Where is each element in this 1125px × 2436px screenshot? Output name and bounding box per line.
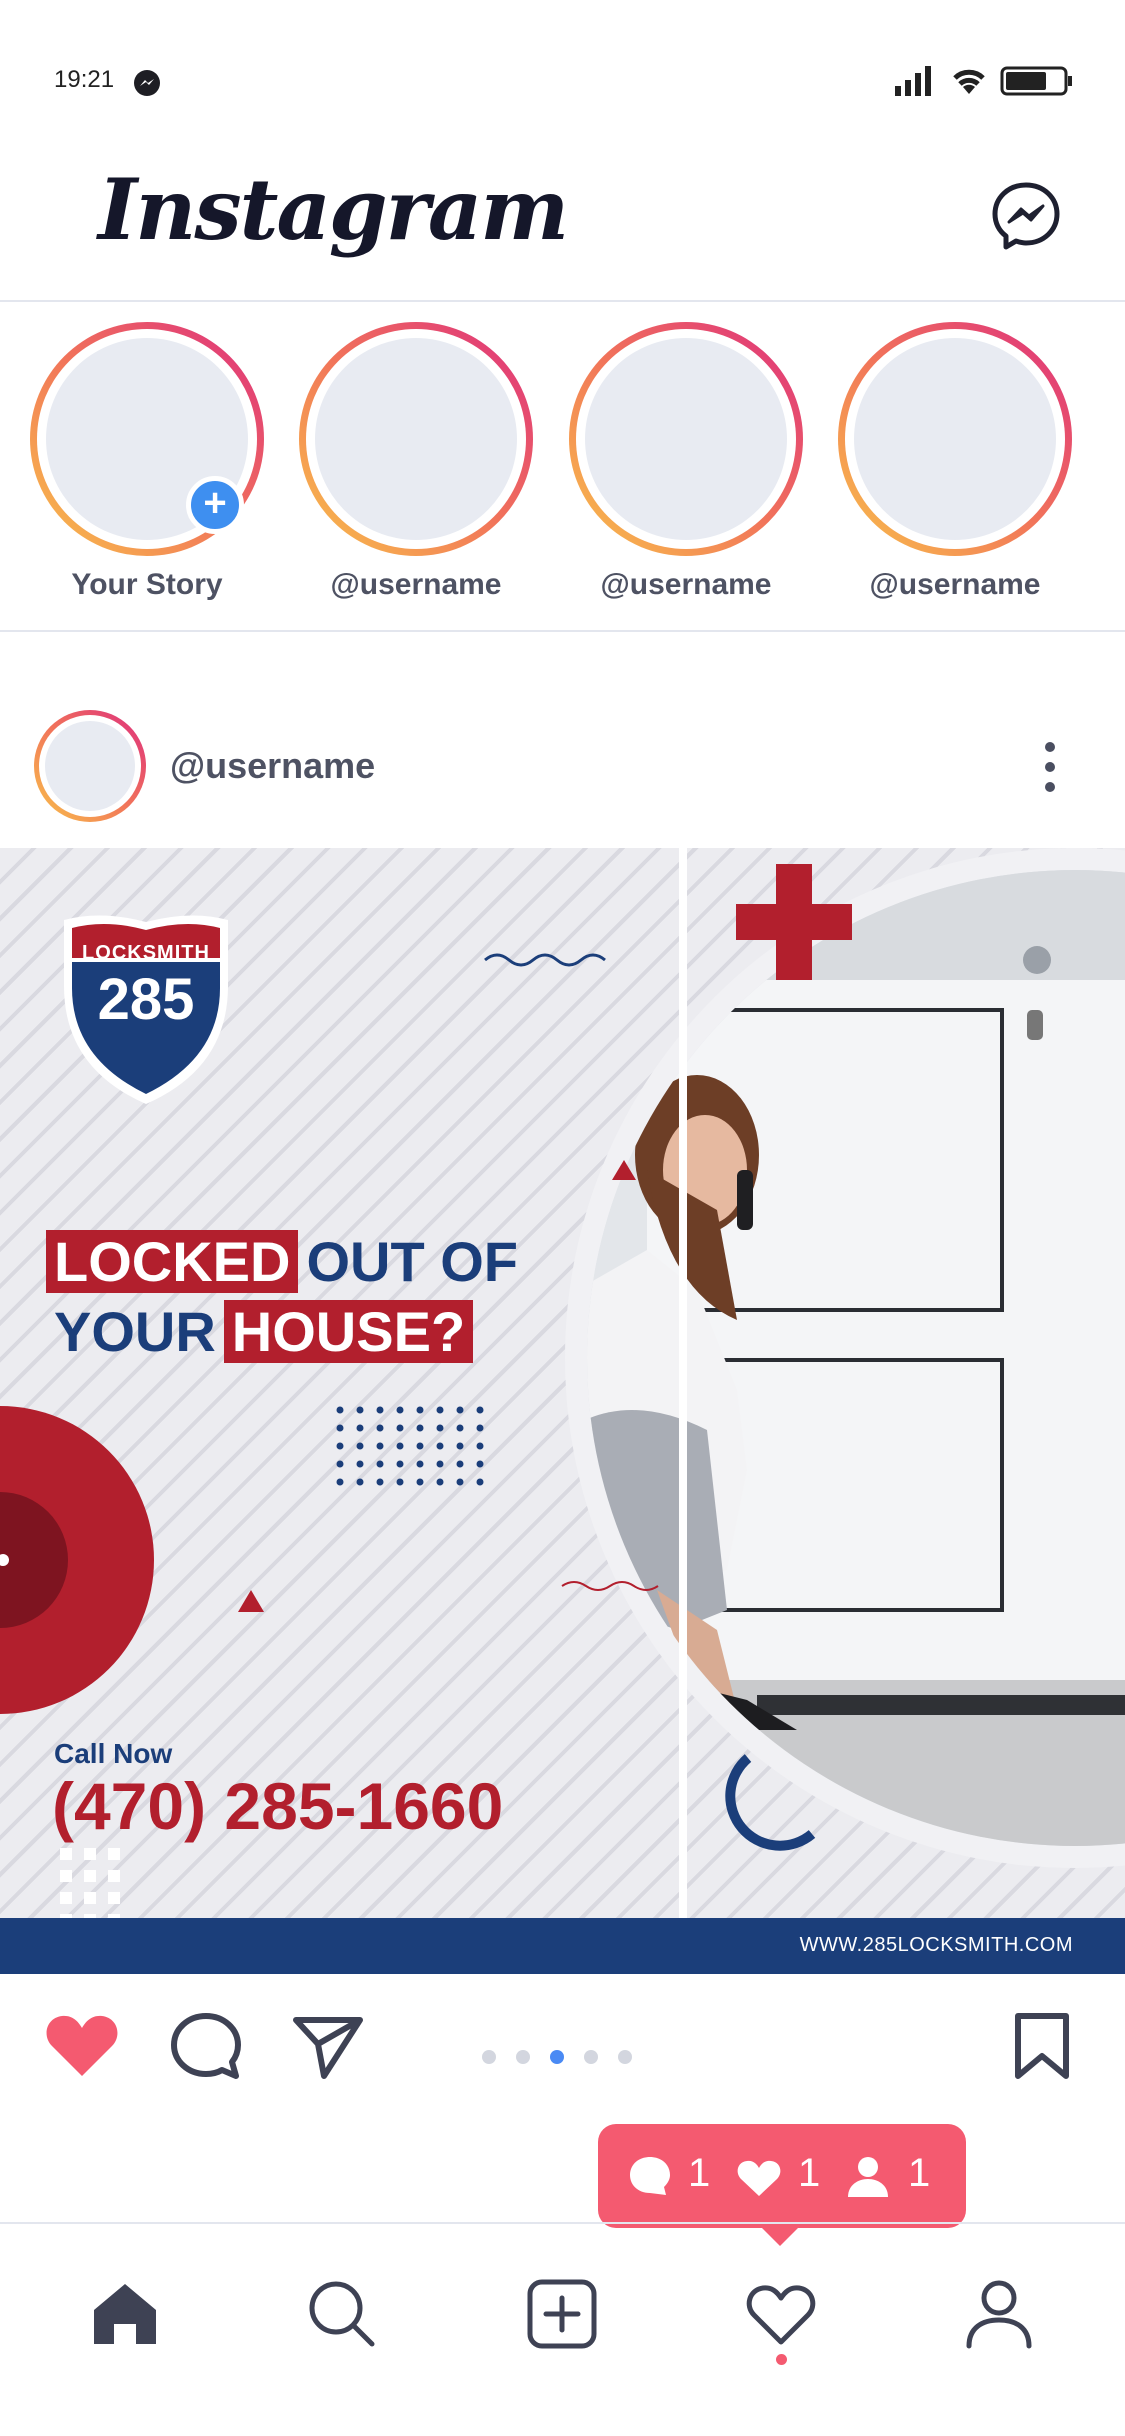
carousel-dot	[618, 2050, 632, 2064]
story-avatar	[854, 338, 1056, 540]
signal-icon	[895, 66, 931, 96]
battery-icon	[1000, 66, 1072, 96]
header-divider	[0, 300, 1125, 302]
story-label: Your Story	[71, 568, 223, 601]
messenger-notification-icon	[134, 70, 160, 96]
comment-icon[interactable]	[168, 2010, 244, 2082]
follower-count-icon	[848, 2157, 888, 2197]
comment-count: 1	[688, 2151, 711, 2195]
avatar	[45, 721, 135, 811]
search-icon[interactable]	[306, 2278, 376, 2348]
post-username[interactable]: @username	[170, 745, 375, 787]
bottom-nav-divider	[0, 2222, 1125, 2224]
story-avatar	[315, 338, 517, 540]
story-item[interactable]: @username	[838, 322, 1072, 612]
story-avatar	[585, 338, 787, 540]
profile-icon[interactable]	[964, 2278, 1034, 2350]
activity-heart-icon[interactable]	[746, 2282, 816, 2346]
post-author-avatar[interactable]	[34, 710, 146, 822]
carousel-dot	[482, 2050, 496, 2064]
like-heart-icon[interactable]	[44, 2010, 120, 2080]
logo-285-text: 285	[97, 967, 195, 1032]
carousel-dot-active	[550, 2050, 564, 2064]
more-options-icon[interactable]	[1030, 740, 1070, 794]
instagram-logo: Instagram	[98, 160, 569, 259]
wifi-icon	[953, 69, 985, 94]
like-count-icon	[737, 2160, 781, 2196]
story-label: @username	[869, 568, 1041, 601]
headline-out-of: OUT OF	[306, 1230, 518, 1293]
carousel-dot	[516, 2050, 530, 2064]
headline-your: YOUR	[54, 1300, 216, 1363]
story-your-story[interactable]: + Your Story	[30, 322, 264, 612]
headline-house: HOUSE?	[223, 1300, 474, 1363]
story-label: @username	[330, 568, 502, 601]
ad-website: WWW.285LOCKSMITH.COM	[799, 1934, 1073, 1956]
stories-divider	[0, 630, 1125, 632]
comment-count-icon	[630, 2157, 670, 2195]
carousel-dot	[584, 2050, 598, 2064]
call-now-label: Call Now	[54, 1738, 173, 1769]
notification-tail	[758, 2224, 802, 2246]
headline-locked: LOCKED	[46, 1230, 299, 1293]
messenger-icon[interactable]	[990, 180, 1062, 252]
status-time: 19:21	[54, 66, 115, 93]
add-story-icon[interactable]: +	[186, 476, 244, 534]
home-icon[interactable]	[90, 2280, 160, 2346]
like-count: 1	[798, 2151, 821, 2195]
add-post-icon[interactable]	[526, 2278, 598, 2350]
phone-number: (470) 285-1660	[52, 1769, 504, 1843]
bookmark-icon[interactable]	[1012, 2012, 1072, 2082]
logo-locksmith-text: LOCKSMITH	[82, 942, 210, 964]
headline-line-1: LOCKED OUT OF	[46, 1228, 526, 1296]
story-label: @username	[600, 568, 772, 601]
post-image[interactable]: LOCKSMITH 285 LOCKED OUT OF YOUR HOUSE? Ca…	[0, 848, 1125, 1974]
share-send-icon[interactable]	[290, 2012, 366, 2082]
story-item[interactable]: @username	[569, 322, 803, 612]
follower-count: 1	[908, 2151, 931, 2195]
headline-line-2: YOUR HOUSE?	[46, 1298, 474, 1366]
activity-indicator-dot	[776, 2354, 787, 2365]
instagram-feed-screen: 19:21 Instagram + Your Story @username @…	[0, 0, 1125, 2436]
story-item[interactable]: @username	[299, 322, 533, 612]
